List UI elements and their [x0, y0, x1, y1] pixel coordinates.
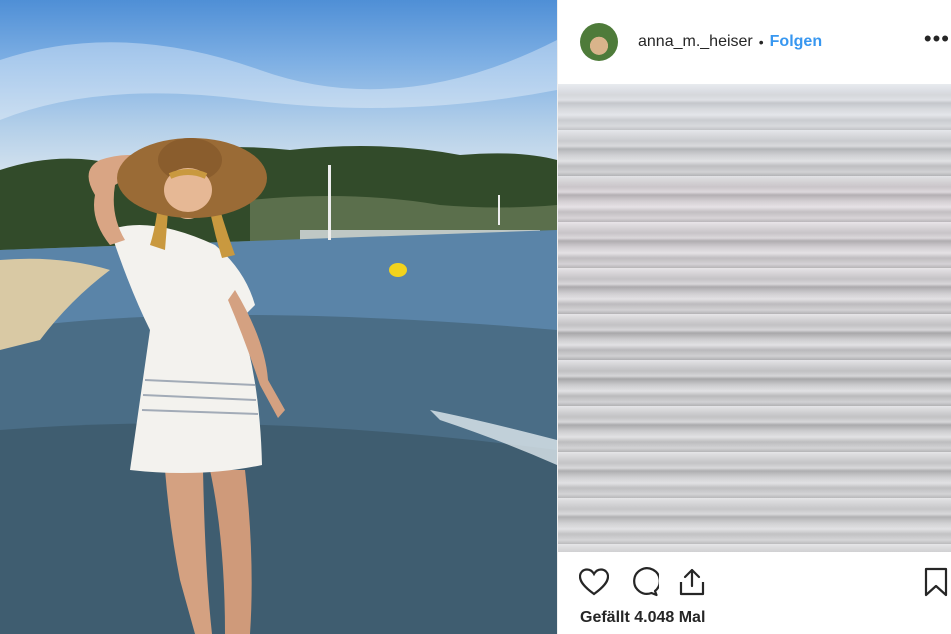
blurred-content-area [558, 84, 951, 552]
avatar[interactable] [580, 23, 618, 61]
beach-scene [0, 40, 557, 634]
post-photo[interactable] [0, 0, 557, 634]
comment-icon[interactable] [628, 566, 660, 598]
likes-text: Gefällt 4.048 Mal [580, 609, 706, 626]
more-options-icon[interactable]: ••• [924, 28, 950, 50]
likes-count[interactable]: Gefällt 4.048 Mal [580, 609, 705, 627]
follow-button[interactable]: Folgen [770, 33, 822, 51]
username-link[interactable]: anna_m._heiser [638, 33, 753, 51]
post-header: anna_m._heiser • Folgen ••• [558, 0, 951, 84]
bookmark-icon[interactable] [920, 566, 951, 598]
heart-icon[interactable] [578, 566, 610, 598]
post-panel: anna_m._heiser • Folgen ••• Gefällt 4.04… [557, 0, 951, 634]
action-bar [558, 560, 951, 604]
share-icon[interactable] [676, 566, 708, 598]
separator-dot: • [758, 34, 764, 50]
